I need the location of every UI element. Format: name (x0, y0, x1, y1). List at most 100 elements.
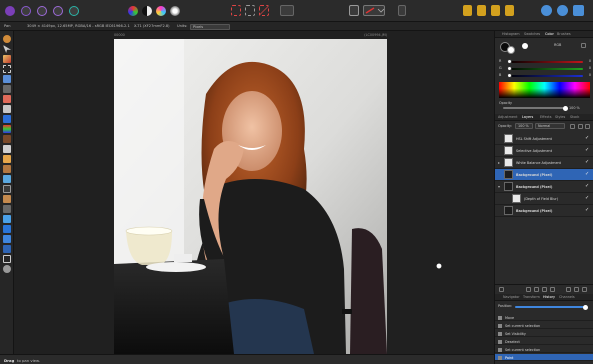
develop-persona-icon[interactable] (37, 6, 47, 16)
selection-brush-icon[interactable] (3, 75, 11, 83)
tab-channels[interactable]: Channels (559, 295, 575, 300)
tab-histogram[interactable]: Histogram (502, 32, 520, 37)
red-slider[interactable]: R 0 (499, 59, 591, 64)
position-slider-track[interactable] (515, 306, 585, 308)
marquee-icon[interactable] (231, 5, 241, 16)
layer-row[interactable]: ▾ Background (Pixel) ✓ (495, 181, 593, 193)
node-tool-icon[interactable] (3, 235, 11, 243)
brush-options-icon[interactable] (363, 5, 385, 16)
blue-slider-knob[interactable] (507, 73, 512, 78)
tab-adjustment[interactable]: Adjustment (498, 115, 517, 120)
tab-styles[interactable]: Styles (555, 115, 565, 120)
zoom-tool-icon[interactable] (3, 265, 11, 273)
document-canvas[interactable]: 00000 (LC00994.JM) (14, 31, 494, 354)
document-photo[interactable] (114, 39, 387, 354)
blend-mode-select[interactable]: Normal (535, 123, 565, 129)
opacity-well-icon[interactable] (522, 43, 528, 49)
history-item[interactable]: Set current selection (495, 346, 593, 353)
view-mode-icon[interactable] (557, 5, 568, 16)
arrange-forward-icon[interactable] (491, 5, 500, 16)
tab-layers[interactable]: Layers (522, 115, 533, 120)
layer-visibility-check-icon[interactable]: ✓ (585, 160, 590, 165)
layer-row[interactable]: Selective Adjustment ✓ (495, 145, 593, 157)
delete-layer-icon[interactable] (582, 287, 587, 292)
layer-menu-icon[interactable] (585, 124, 590, 129)
secondary-color-well[interactable] (507, 46, 515, 54)
tab-navigator[interactable]: Navigator (503, 295, 520, 300)
hand-tool-icon[interactable] (3, 35, 11, 43)
layer-lock-icon[interactable] (570, 124, 575, 129)
select-all-icon[interactable] (245, 5, 255, 16)
auto-white-balance-icon[interactable] (170, 6, 180, 16)
units-select[interactable]: Pixels (190, 23, 230, 30)
auto-colors-icon[interactable] (156, 6, 166, 16)
photo-persona-icon[interactable] (5, 6, 15, 16)
brush-icon[interactable] (3, 95, 11, 103)
gradient-tool-icon[interactable] (3, 115, 11, 123)
layer-settings-icon[interactable] (578, 124, 583, 129)
layer-row[interactable]: HSL Shift Adjustment ✓ (495, 133, 593, 145)
green-slider-knob[interactable] (507, 66, 512, 71)
snapping-icon[interactable] (398, 5, 406, 16)
mask-layer-icon[interactable] (526, 287, 531, 292)
layer-group-icon[interactable] (499, 287, 504, 292)
expand-arrow-icon[interactable]: ▾ (498, 184, 500, 189)
color-picker-icon[interactable] (3, 125, 11, 133)
layer-row[interactable]: Background (Pixel) ✓ (495, 205, 593, 217)
tone-mapping-persona-icon[interactable] (53, 6, 63, 16)
tab-color[interactable]: Color (545, 32, 554, 37)
green-slider[interactable]: G 0 (499, 66, 591, 71)
opacity-value[interactable]: 100 % (569, 106, 580, 110)
color-options-icon[interactable] (581, 43, 586, 48)
deselect-icon[interactable] (259, 5, 269, 16)
layer-visibility-check-icon[interactable]: ✓ (585, 184, 590, 189)
healing-tool-icon[interactable] (3, 165, 11, 173)
layer-visibility-check-icon[interactable]: ✓ (585, 148, 590, 153)
new-group-icon[interactable] (566, 287, 571, 292)
add-layer-icon[interactable] (574, 287, 579, 292)
tab-swatches[interactable]: Swatches (524, 32, 540, 37)
quick-mask-icon[interactable] (280, 5, 294, 16)
layer-visibility-check-icon[interactable]: ✓ (585, 136, 590, 141)
sponge-tool-icon[interactable] (3, 195, 11, 203)
shape-tool-icon[interactable] (3, 245, 11, 253)
pixel-tool-icon[interactable] (3, 105, 11, 113)
history-item[interactable]: Set Visibility (495, 330, 593, 337)
arrange-front-icon[interactable] (505, 5, 514, 16)
auto-levels-icon[interactable] (128, 6, 138, 16)
crop-tool-icon[interactable] (3, 65, 11, 73)
tab-brushes[interactable]: Brushes (557, 32, 571, 37)
flood-select-icon[interactable] (3, 85, 11, 93)
layer-opacity-field[interactable]: 100 % (515, 123, 533, 129)
eraser-tool-icon[interactable] (3, 145, 11, 153)
tab-effects[interactable]: Effects (540, 115, 552, 120)
opacity-slider-knob[interactable] (563, 105, 568, 111)
paint-tool-icon[interactable] (3, 55, 11, 63)
history-item[interactable]: Paint (495, 354, 593, 361)
move-tool-icon[interactable] (3, 45, 11, 53)
auto-contrast-icon[interactable] (142, 6, 152, 16)
layer-visibility-check-icon[interactable]: ✓ (585, 196, 590, 201)
layer-visibility-check-icon[interactable]: ✓ (585, 172, 590, 177)
smudge-tool-icon[interactable] (3, 215, 11, 223)
layer-row[interactable]: Background (Pixel) ✓ (495, 169, 593, 181)
history-item[interactable]: Set current selection (495, 322, 593, 329)
arrange-backward-icon[interactable] (477, 5, 486, 16)
tab-history[interactable]: History (543, 295, 555, 300)
layer-row[interactable]: ▸ White Balance Adjustment ✓ (495, 157, 593, 169)
refine-icon[interactable] (349, 5, 359, 16)
fill-tool-icon[interactable] (3, 155, 11, 163)
position-slider-knob[interactable] (583, 304, 588, 310)
dodge-tool-icon[interactable] (3, 175, 11, 183)
liquify-persona-icon[interactable] (21, 6, 31, 16)
layer-row[interactable]: (Depth of Field Blur) ✓ (495, 193, 593, 205)
adjustment-layer-icon[interactable] (534, 287, 539, 292)
pen-tool-icon[interactable] (3, 225, 11, 233)
tab-transform[interactable]: Transform (523, 295, 540, 300)
burn-tool-icon[interactable] (3, 185, 11, 193)
assistant-icon[interactable] (541, 5, 552, 16)
color-spectrum[interactable] (499, 82, 590, 98)
clone-tool-icon[interactable] (3, 135, 11, 143)
blur-tool-icon[interactable] (3, 205, 11, 213)
export-persona-icon[interactable] (69, 6, 79, 16)
